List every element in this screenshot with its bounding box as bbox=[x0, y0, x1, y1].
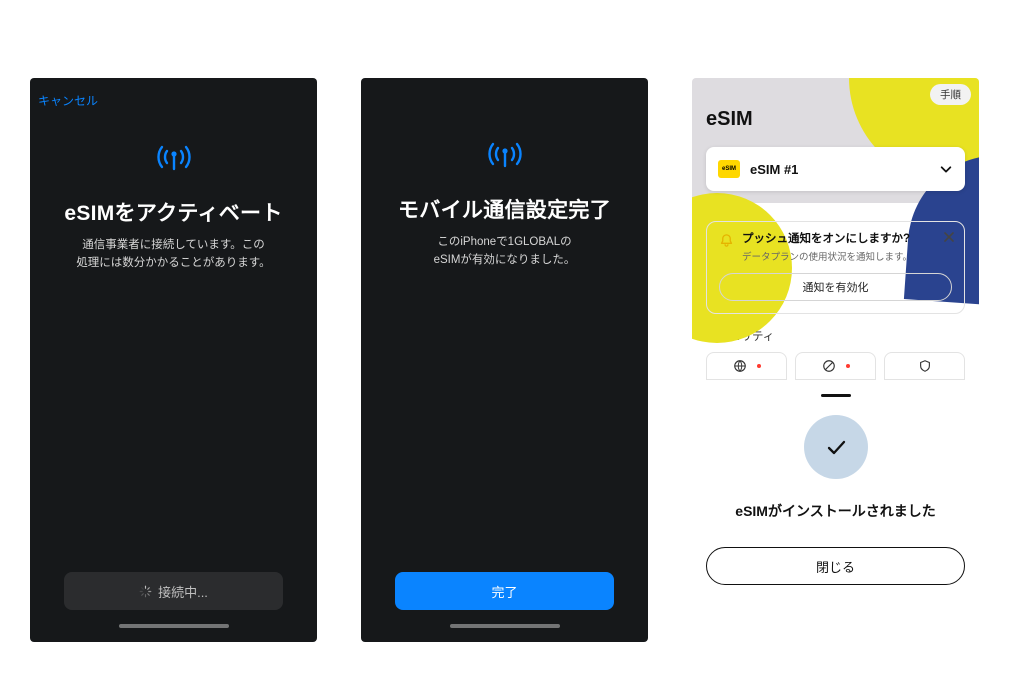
sheet-close-label: 閉じる bbox=[816, 557, 855, 576]
success-check-circle bbox=[804, 415, 868, 479]
screen2-footer: 完了 bbox=[381, 572, 628, 642]
connecting-status: 接続中... bbox=[64, 572, 283, 610]
screen2-body: モバイル通信設定完了 このiPhoneで1GLOBALの eSIMが有効になりま… bbox=[361, 106, 648, 642]
home-indicator bbox=[450, 624, 560, 628]
connecting-label: 接続中... bbox=[158, 582, 208, 601]
status-bar bbox=[30, 78, 317, 88]
screen1-subtitle: 通信事業者に接続しています。この 処理には数分かかることがあります。 bbox=[76, 237, 270, 273]
screen2-subtitle: このiPhoneで1GLOBALの eSIMが有効になりました。 bbox=[434, 234, 576, 270]
sheet-title: eSIMがインストールされました bbox=[692, 501, 979, 521]
esim-selector-card[interactable]: eSIM eSIM #1 bbox=[706, 147, 965, 191]
check-icon bbox=[824, 435, 848, 459]
steps-pill[interactable]: 手順 bbox=[930, 84, 971, 105]
cellular-icon bbox=[154, 137, 194, 177]
security-tile-block[interactable] bbox=[795, 352, 876, 380]
alert-dot bbox=[846, 364, 850, 368]
sheet-close-button[interactable]: 閉じる bbox=[706, 547, 965, 585]
shield-icon bbox=[918, 359, 932, 373]
install-success-sheet: eSIMがインストールされました 閉じる bbox=[692, 380, 979, 642]
enable-notifications-label: 通知を有効化 bbox=[803, 279, 869, 295]
esim-main: プッシュ通知をオンにしますか? データプランの使用状況を通知します。 通知を有効… bbox=[692, 203, 979, 380]
security-tile-shield[interactable] bbox=[884, 352, 965, 380]
security-tile-globe[interactable] bbox=[706, 352, 787, 380]
cancel-button[interactable]: キャンセル bbox=[30, 88, 317, 109]
screen-esim-app: 手順 eSIM eSIM eSIM #1 プッシュ通知をオンにしますか? データ… bbox=[692, 78, 979, 642]
enable-notifications-button[interactable]: 通知を有効化 bbox=[719, 273, 952, 301]
bell-icon bbox=[719, 233, 734, 248]
screen1-title: eSIMをアクティベート bbox=[64, 197, 282, 227]
screen-setup-complete: モバイル通信設定完了 このiPhoneで1GLOBALの eSIMが有効になりま… bbox=[361, 78, 648, 642]
security-tiles bbox=[706, 352, 965, 380]
push-desc: データプランの使用状況を通知します。 bbox=[742, 249, 912, 263]
push-title: プッシュ通知をオンにしますか? bbox=[742, 232, 912, 247]
esim-card-label: eSIM #1 bbox=[750, 162, 798, 177]
spinner-icon bbox=[139, 585, 152, 598]
screen1-body: eSIMをアクティベート 通信事業者に接続しています。この 処理には数分かかるこ… bbox=[30, 109, 317, 642]
sheet-handle[interactable] bbox=[821, 394, 851, 398]
push-notification-card: プッシュ通知をオンにしますか? データプランの使用状況を通知します。 通知を有効… bbox=[706, 221, 965, 314]
chevron-down-icon bbox=[939, 162, 953, 176]
globe-icon bbox=[733, 359, 747, 373]
screen1-footer: 接続中... bbox=[50, 572, 297, 642]
home-indicator bbox=[119, 624, 229, 628]
block-icon bbox=[822, 359, 836, 373]
done-label: 完了 bbox=[491, 582, 517, 601]
alert-dot bbox=[757, 364, 761, 368]
cellular-icon bbox=[485, 134, 525, 174]
close-icon[interactable] bbox=[942, 230, 956, 244]
screen-activate-esim: キャンセル eSIMをアクティベート 通信事業者に接続しています。この 処理には… bbox=[30, 78, 317, 642]
esim-badge-icon: eSIM bbox=[718, 160, 740, 178]
screen2-title: モバイル通信設定完了 bbox=[398, 194, 611, 224]
status-bar bbox=[361, 78, 648, 88]
esim-header-title: eSIM bbox=[706, 108, 965, 131]
esim-header: 手順 eSIM eSIM eSIM #1 bbox=[692, 78, 979, 203]
done-button[interactable]: 完了 bbox=[395, 572, 614, 610]
